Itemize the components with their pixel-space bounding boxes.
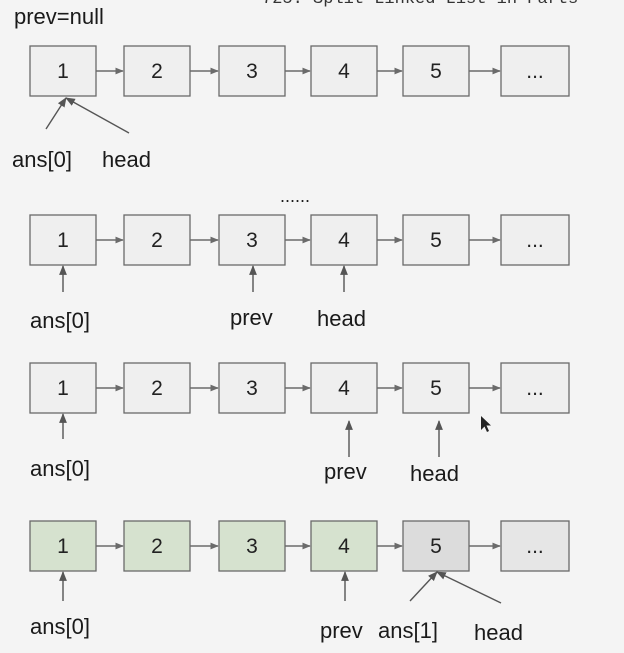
list-node: 2	[123, 214, 191, 266]
pointer-label: prev	[324, 459, 367, 484]
node-value: 5	[430, 229, 442, 252]
top-title: 725. Split Linked List in Parts	[262, 0, 578, 9]
pointer-arrow	[436, 571, 502, 604]
node-value: 1	[57, 377, 69, 400]
pointer-label: ans[0]	[30, 456, 90, 481]
node-value: 5	[430, 60, 442, 83]
node-value: ...	[526, 377, 544, 400]
list-node: 5	[402, 214, 470, 266]
node-value: 4	[338, 377, 350, 400]
pointer-label: ans[0]	[30, 308, 90, 333]
list-node: 3	[218, 45, 286, 97]
node-value: 2	[151, 535, 163, 558]
mouse-cursor-icon	[481, 416, 491, 432]
pointer-arrow	[409, 571, 438, 602]
diagram-stage: 725. Split Linked List in Parts prev=nul…	[0, 0, 624, 653]
node-value: 3	[246, 60, 258, 83]
list-node: 5	[402, 362, 470, 414]
pointer-label: head	[474, 620, 523, 645]
list-node: 4	[310, 214, 378, 266]
list-node: 4	[310, 520, 378, 572]
list-node: ...	[500, 45, 570, 97]
list-node: 2	[123, 520, 191, 572]
list-node: 4	[310, 45, 378, 97]
list-node: 1	[29, 362, 97, 414]
node-value: 4	[338, 229, 350, 252]
pointer-label: ans[0]	[30, 614, 90, 639]
list-node: 4	[310, 362, 378, 414]
list-node: 2	[123, 362, 191, 414]
list-node: 2	[123, 45, 191, 97]
node-value: 4	[338, 60, 350, 83]
pointer-label: head	[410, 461, 459, 486]
pointer-label: ans[1]	[378, 618, 438, 643]
node-value: 5	[430, 377, 442, 400]
node-value: 5	[430, 535, 442, 558]
pointer-arrow	[45, 97, 67, 130]
node-value: 1	[57, 60, 69, 83]
node-value: 2	[151, 377, 163, 400]
node-value: 3	[246, 535, 258, 558]
node-value: 4	[338, 535, 350, 558]
list-row-2: 1 2 3 4 5 ... ans[0] prev head	[29, 214, 570, 333]
pointer-arrow	[65, 97, 130, 134]
pointer-label: prev	[320, 618, 363, 643]
list-node: ...	[500, 520, 570, 572]
list-row-4: 1 2 3 4 5 ... ans[0] prev ans[1] head	[29, 520, 570, 645]
list-node: 3	[218, 520, 286, 572]
row1-caption: prev=null	[14, 4, 104, 29]
list-node: 1	[29, 45, 97, 97]
pointer-label: head	[102, 147, 151, 172]
pointer-label: ans[0]	[12, 147, 72, 172]
list-node: 3	[218, 362, 286, 414]
rows-layer: 1 2 3 4 5 ... ans[0] head 1 2 3 4 5 ... ans[0] prev head…	[12, 45, 570, 645]
node-value: 3	[246, 229, 258, 252]
list-node: ...	[500, 214, 570, 266]
node-value: 2	[151, 229, 163, 252]
pointer-label: prev	[230, 305, 273, 330]
list-node: 1	[29, 520, 97, 572]
node-value: 1	[57, 229, 69, 252]
list-node: 5	[402, 520, 470, 572]
node-value: ...	[526, 535, 544, 558]
node-value: 2	[151, 60, 163, 83]
linked-list-diagram: 725. Split Linked List in Parts prev=nul…	[12, 0, 578, 645]
ellipsis-marker: ......	[280, 186, 310, 206]
node-value: ...	[526, 60, 544, 83]
node-value: ...	[526, 229, 544, 252]
list-node: 3	[218, 214, 286, 266]
list-node: 1	[29, 214, 97, 266]
list-node: ...	[500, 362, 570, 414]
pointer-label: head	[317, 306, 366, 331]
list-node: 5	[402, 45, 470, 97]
node-value: 3	[246, 377, 258, 400]
node-value: 1	[57, 535, 69, 558]
list-row-1: 1 2 3 4 5 ... ans[0] head	[12, 45, 570, 172]
